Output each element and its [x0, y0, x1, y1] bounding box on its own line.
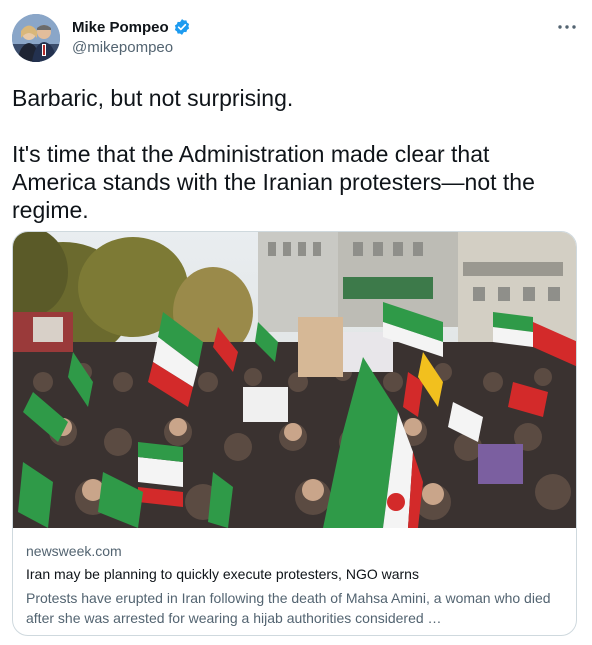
more-options-icon[interactable] [556, 18, 578, 36]
author-header: Mike Pompeo @mikepompeo [72, 16, 191, 56]
author-display-name[interactable]: Mike Pompeo [72, 19, 169, 36]
link-card-description: Protests have erupted in Iran following … [26, 590, 551, 626]
tweet[interactable]: Mike Pompeo @mikepompeo Barbaric, but no… [0, 0, 592, 645]
link-card-title: Iran may be planning to quickly execute … [26, 566, 419, 582]
verified-badge-icon [173, 18, 191, 36]
link-card[interactable]: newsweek.com Iran may be planning to qui… [12, 231, 577, 636]
link-card-domain: newsweek.com [26, 543, 122, 559]
tweet-text: Barbaric, but not surprising. It's time … [12, 85, 535, 223]
author-handle[interactable]: @mikepompeo [72, 39, 191, 56]
link-card-image[interactable] [13, 232, 576, 528]
link-card-meta[interactable]: newsweek.com Iran may be planning to qui… [26, 541, 571, 628]
avatar[interactable] [12, 14, 60, 62]
